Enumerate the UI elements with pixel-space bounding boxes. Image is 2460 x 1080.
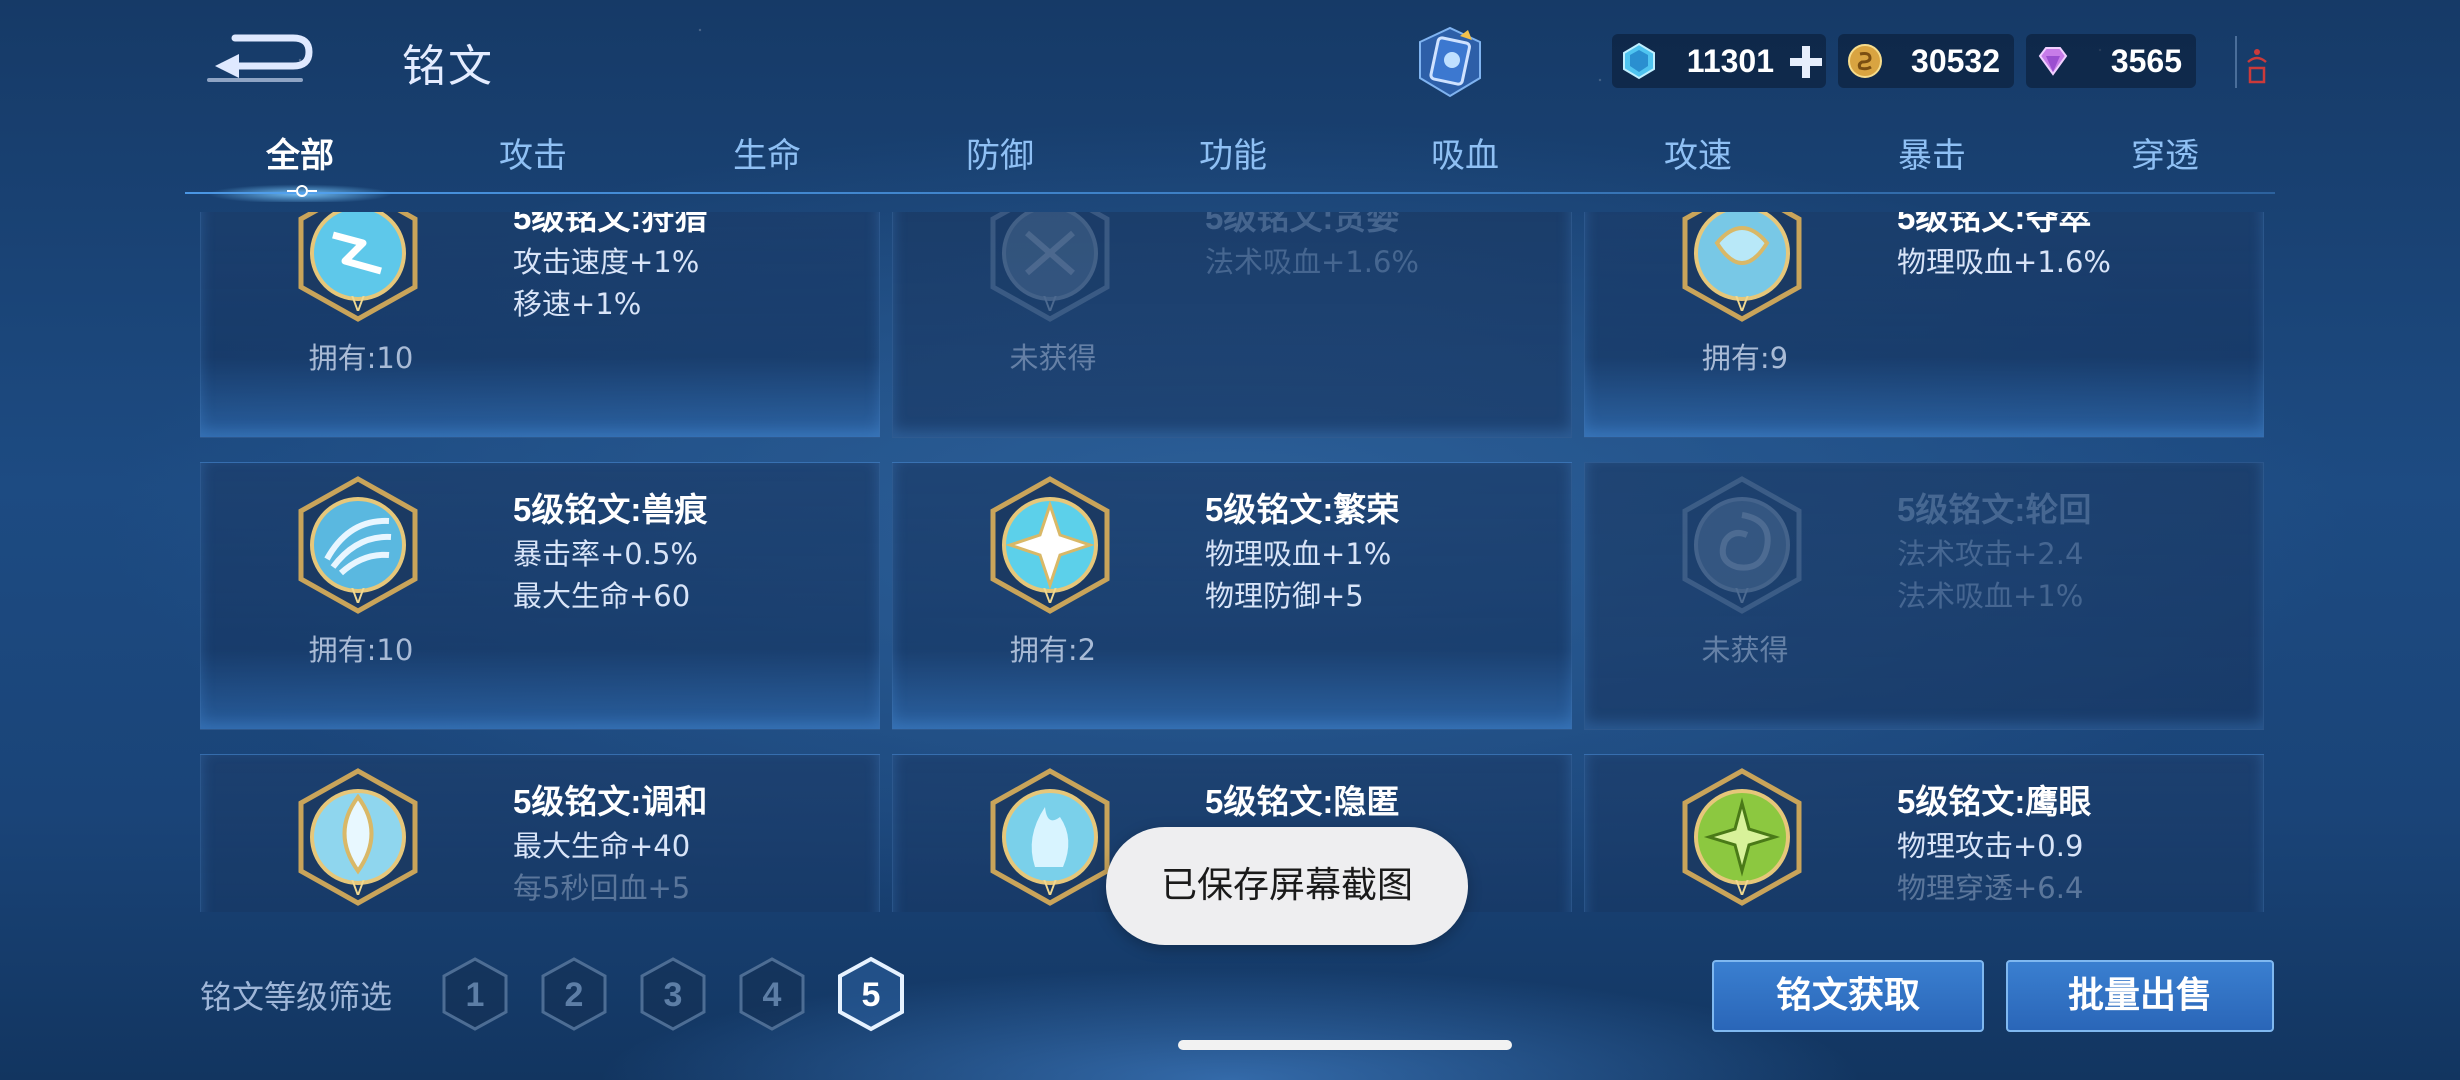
rune-stat: 法术吸血+1.6% xyxy=(1205,245,1419,279)
rune-owned-count: 拥有:2 xyxy=(1009,633,1097,667)
level-filter-label: 铭文等级筛选 xyxy=(200,978,393,1016)
tab-utility[interactable]: 功能 xyxy=(1143,128,1323,184)
svg-text:V: V xyxy=(1735,292,1749,316)
rune-stat: 攻击速度+1% xyxy=(513,245,700,279)
rune-owned-count: 未获得 xyxy=(1701,633,1789,667)
svg-text:V: V xyxy=(1043,292,1057,316)
crystal-counter: 11301 xyxy=(1612,34,1826,88)
rune-owned-count: 拥有:10 xyxy=(308,341,414,375)
hawkeye-rune-icon: V xyxy=(1682,768,1802,906)
level-3-label: 3 xyxy=(664,976,683,1014)
rune-card[interactable]: V 5级铭文:繁荣 物理吸血+1% 物理防御+5 拥有:2 xyxy=(892,462,1572,730)
home-indicator[interactable] xyxy=(1178,1040,1512,1050)
svg-text:V: V xyxy=(351,584,365,608)
rune-stat: 法术吸血+1% xyxy=(1897,579,2084,613)
gold-coin-icon xyxy=(1848,44,1882,78)
crystal-value: 11301 xyxy=(1686,43,1774,79)
hunt-rune-icon: V xyxy=(298,212,418,322)
rune-name: 5级铭文:隐匿 xyxy=(1205,783,1400,820)
level-4-label: 4 xyxy=(763,976,782,1014)
greed-rune-icon: V xyxy=(990,212,1110,322)
rune-stat: 最大生命+40 xyxy=(513,829,691,863)
rune-card[interactable]: V 5级铭文:兽痕 暴击率+0.5% 最大生命+60 拥有:10 xyxy=(200,462,880,730)
screenshot-saved-toast: 已保存屏幕截图 xyxy=(1106,827,1468,945)
beast-mark-rune-icon: V xyxy=(298,476,418,614)
rune-stat: 物理防御+5 xyxy=(1205,579,1364,613)
diamond-counter: 3565 xyxy=(2026,34,2196,88)
bulk-sell-button[interactable]: 批量出售 xyxy=(2006,960,2274,1032)
level-2-filter-button[interactable]: 2 xyxy=(539,956,609,1032)
rune-owned-count: 拥有:10 xyxy=(308,633,414,667)
rune-name: 5级铭文:狩猎 xyxy=(513,212,708,236)
rune-stat: 法术攻击+2.4 xyxy=(1897,537,2084,571)
svg-text:V: V xyxy=(1735,876,1749,900)
level-4-filter-button[interactable]: 4 xyxy=(737,956,807,1032)
extract-rune-icon: V xyxy=(1682,212,1802,322)
tab-all[interactable]: 全部 xyxy=(210,128,390,184)
svg-text:V: V xyxy=(1735,584,1749,608)
rune-owned-count: 未获得 xyxy=(1009,341,1097,375)
tab-defense[interactable]: 防御 xyxy=(910,128,1090,184)
tab-lifesteal[interactable]: 吸血 xyxy=(1375,128,1555,184)
tab-attack-speed[interactable]: 攻速 xyxy=(1608,128,1788,184)
rune-deck-icon[interactable] xyxy=(1410,22,1490,102)
active-tab-marker-icon xyxy=(287,185,317,197)
tab-critical[interactable]: 暴击 xyxy=(1842,128,2022,184)
rune-stat: 物理穿透+6.4 xyxy=(1897,871,2084,905)
rune-name: 5级铭文:鹰眼 xyxy=(1897,783,2092,820)
diamond-icon xyxy=(2038,47,2068,76)
rune-name: 5级铭文:轮回 xyxy=(1897,491,2092,528)
rune-card[interactable]: V 5级铭文:夺萃 物理吸血+1.6% 拥有:9 xyxy=(1584,212,2264,438)
network-signal-icon[interactable] xyxy=(2232,34,2272,90)
rune-stat: 物理攻击+0.9 xyxy=(1897,829,2084,863)
rune-card[interactable]: V 5级铭文:贪婪 法术吸血+1.6% 未获得 xyxy=(892,212,1572,438)
rune-stat: 物理吸血+1.6% xyxy=(1897,245,2111,279)
add-crystal-button[interactable] xyxy=(1784,40,1828,84)
svg-text:V: V xyxy=(1043,584,1057,608)
tab-penetration[interactable]: 穿透 xyxy=(2075,128,2255,184)
rune-card[interactable]: V 5级铭文:轮回 法术攻击+2.4 法术吸血+1% 未获得 xyxy=(1584,462,2264,730)
harmony-rune-icon: V xyxy=(298,768,418,906)
tab-underline xyxy=(185,192,2275,194)
rune-stat: 最大生命+60 xyxy=(513,579,691,613)
rune-stat: 每5秒回血+5 xyxy=(513,871,691,905)
back-arrow-icon[interactable] xyxy=(205,28,315,88)
level-1-label: 1 xyxy=(466,976,485,1014)
rune-stat: 移速+1% xyxy=(513,287,642,321)
rune-card[interactable]: V 5级铭文:狩猎 攻击速度+1% 移速+1% 拥有:10 xyxy=(200,212,880,438)
svg-text:V: V xyxy=(351,876,365,900)
level-3-filter-button[interactable]: 3 xyxy=(638,956,708,1032)
crystal-icon xyxy=(1623,42,1655,80)
tab-attack[interactable]: 攻击 xyxy=(443,128,623,184)
tab-health[interactable]: 生命 xyxy=(677,128,857,184)
diamond-value: 3565 xyxy=(2110,43,2182,79)
rune-card[interactable]: V 5级铭文:调和 最大生命+40 每5秒回血+5 xyxy=(200,754,880,912)
svg-text:V: V xyxy=(1043,876,1057,900)
prosperity-rune-icon: V xyxy=(990,476,1110,614)
stealth-rune-icon: V xyxy=(990,768,1110,906)
rune-name: 5级铭文:兽痕 xyxy=(513,491,708,528)
rune-name: 5级铭文:贪婪 xyxy=(1205,212,1400,236)
gold-counter: 30532 xyxy=(1838,34,2014,88)
svg-text:V: V xyxy=(351,292,365,316)
page-title: 铭文 xyxy=(402,41,494,92)
cycle-rune-icon: V xyxy=(1682,476,1802,614)
rune-name: 5级铭文:夺萃 xyxy=(1897,212,2092,236)
level-2-label: 2 xyxy=(565,976,584,1014)
rune-stat: 物理吸血+1% xyxy=(1205,537,1392,571)
rune-owned-count: 拥有:9 xyxy=(1701,341,1789,375)
level-1-filter-button[interactable]: 1 xyxy=(440,956,510,1032)
rune-name: 5级铭文:调和 xyxy=(513,783,708,820)
level-5-filter-button[interactable]: 5 xyxy=(836,956,906,1032)
category-tabs: 全部 攻击 生命 防御 功能 吸血 攻速 暴击 穿透 xyxy=(185,128,2275,194)
rune-list[interactable]: V 5级铭文:狩猎 攻击速度+1% 移速+1% 拥有:10 V 5级铭文:贪婪 … xyxy=(195,212,2265,912)
rune-stat: 暴击率+0.5% xyxy=(513,537,698,571)
rune-card[interactable]: V 5级铭文:鹰眼 物理攻击+0.9 物理穿透+6.4 xyxy=(1584,754,2264,912)
gold-value: 30532 xyxy=(1911,43,2000,79)
rune-obtain-button[interactable]: 铭文获取 xyxy=(1712,960,1984,1032)
rune-name: 5级铭文:繁荣 xyxy=(1205,491,1400,528)
level-5-label: 5 xyxy=(862,976,881,1014)
